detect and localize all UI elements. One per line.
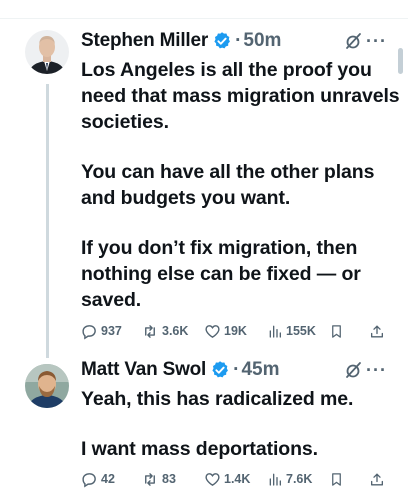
bookmark-button[interactable]	[329, 321, 347, 341]
share-button[interactable]	[369, 321, 388, 341]
top-divider	[0, 18, 408, 19]
views-icon	[269, 325, 281, 338]
action-bar: 937 3.6K 19K 155K	[81, 321, 391, 341]
bookmark-icon	[332, 324, 341, 338]
share-icon	[371, 473, 383, 485]
reply-icon	[82, 324, 96, 340]
post[interactable]: Stephen Miller · 50m ··· Los Angeles is …	[81, 29, 401, 313]
post-paragraph: If you don’t fix migration, then nothing…	[81, 237, 361, 311]
post-time[interactable]: 45m	[241, 359, 279, 381]
reply-count: 42	[101, 472, 115, 486]
verified-badge-icon[interactable]	[212, 31, 232, 51]
post-text: Los Angeles is all the proof you need th…	[81, 57, 401, 313]
more-options-icon[interactable]: ···	[366, 360, 387, 381]
verified-badge-icon[interactable]	[210, 360, 230, 380]
author-name[interactable]: Stephen Miller	[81, 30, 208, 52]
reply-count: 937	[101, 324, 122, 338]
repost-icon	[145, 324, 155, 338]
post-time[interactable]: 50m	[243, 30, 281, 52]
grok-icon[interactable]	[345, 32, 363, 50]
separator-dot: ·	[235, 30, 242, 51]
repost-icon	[145, 472, 155, 486]
post-paragraph: You can have all the other plans and bud…	[81, 161, 375, 209]
views-count: 7.6K	[286, 472, 313, 486]
grok-icon[interactable]	[345, 361, 363, 379]
post-paragraph: Los Angeles is all the proof you need th…	[81, 59, 400, 133]
reply-button[interactable]: 42	[81, 469, 115, 489]
heart-icon	[205, 472, 220, 486]
repost-button[interactable]: 3.6K	[141, 321, 188, 341]
views-button[interactable]: 155K	[267, 321, 316, 341]
share-button[interactable]	[369, 469, 388, 489]
repost-count: 83	[162, 472, 176, 486]
like-count: 19K	[224, 324, 247, 338]
post[interactable]: Matt Van Swol · 45m ··· Yeah, this has r…	[81, 358, 401, 462]
avatar[interactable]	[25, 364, 69, 408]
repost-button[interactable]: 83	[141, 469, 176, 489]
thread-connector-line	[46, 84, 49, 358]
like-button[interactable]: 19K	[204, 321, 247, 341]
author-name[interactable]: Matt Van Swol	[81, 359, 206, 381]
post-text: Yeah, this has radicalized me. I want ma…	[81, 386, 401, 462]
heart-icon	[205, 324, 220, 338]
repost-count: 3.6K	[162, 324, 189, 338]
avatar[interactable]	[25, 30, 69, 74]
reply-icon	[82, 472, 96, 488]
views-icon	[269, 473, 281, 486]
post-paragraph: Yeah, this has radicalized me.	[81, 388, 354, 410]
separator-dot: ·	[233, 359, 240, 380]
bookmark-button[interactable]	[329, 469, 347, 489]
more-options-icon[interactable]: ···	[366, 31, 387, 52]
bookmark-icon	[332, 472, 341, 486]
like-button[interactable]: 1.4K	[204, 469, 250, 489]
like-count: 1.4K	[224, 472, 251, 486]
reply-button[interactable]: 937	[81, 321, 122, 341]
views-count: 155K	[286, 324, 316, 338]
views-button[interactable]: 7.6K	[267, 469, 312, 489]
share-icon	[371, 325, 383, 337]
post-paragraph: I want mass deportations.	[81, 438, 318, 460]
action-bar: 42 83 1.4K 7.6K	[81, 469, 391, 489]
